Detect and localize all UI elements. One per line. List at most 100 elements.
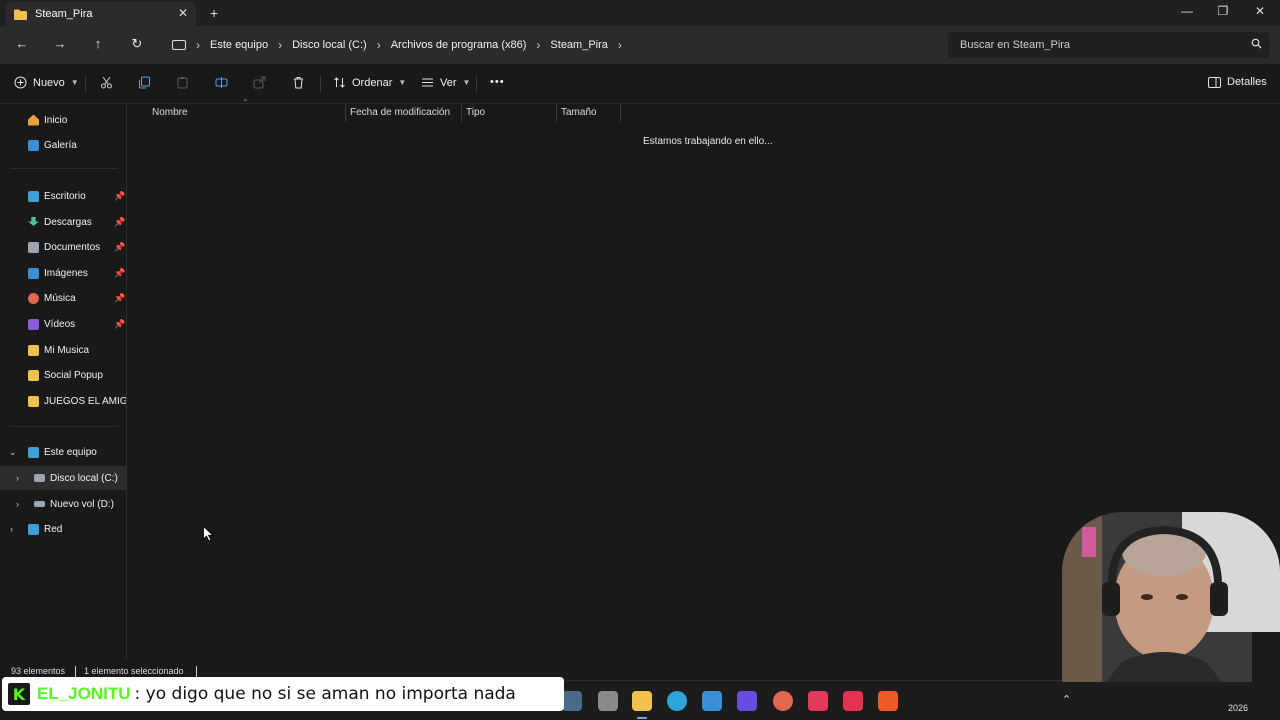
sidebar-item-label: JUEGOS EL AMIGOS [44,395,126,407]
tab-steam-pira[interactable]: Steam_Pira ✕ [6,2,196,26]
back-button[interactable]: ← [14,36,30,52]
taskbar-tiktok-icon[interactable] [843,691,863,711]
sidebar-item-musica[interactable]: Música 📌 [0,286,127,310]
sidebar-item-escritorio[interactable]: Escritorio 📌 [0,184,127,208]
chevron-right-icon[interactable]: › [10,524,13,534]
cut-button[interactable] [100,76,113,89]
column-divider[interactable] [620,104,621,122]
column-header-date[interactable]: Fecha de modificación [346,104,450,121]
sidebar-item-descargas[interactable]: Descargas 📌 [0,210,127,234]
sidebar-item-red[interactable]: › Red [0,517,127,541]
sidebar-item-inicio[interactable]: Inicio [0,108,127,132]
share-button[interactable] [253,76,266,89]
folder-icon [14,9,27,20]
share-icon [253,76,266,89]
monitor-icon[interactable] [172,40,186,50]
sidebar-item-label: Nuevo vol (D:) [50,498,114,510]
sidebar-item-imagenes[interactable]: Imágenes 📌 [0,261,127,285]
column-header-type[interactable]: Tipo [462,104,485,121]
column-header-size[interactable]: Tamaño [557,104,597,121]
sidebar-item-social-popup[interactable]: Social Popup [0,363,127,387]
folder-icon [28,395,39,407]
search-box[interactable] [948,32,1270,58]
chevron-down-icon: ▼ [462,78,471,87]
chevron-down-icon[interactable]: ⌄ [9,447,17,458]
sidebar-item-label: Galería [44,139,77,151]
taskbar-store-icon[interactable] [702,691,722,711]
chevron-right-icon[interactable]: › [618,38,622,52]
sidebar-item-videos[interactable]: Vídeos 📌 [0,312,127,336]
pin-icon[interactable]: 📌 [114,242,125,253]
sidebar-item-documentos[interactable]: Documentos 📌 [0,235,127,259]
taskbar-app-edge-partial[interactable] [562,691,582,711]
taskbar-app-pink-icon[interactable] [808,691,828,711]
breadcrumb-steam-pira[interactable]: Steam_Pira [550,39,607,51]
loading-message: Estamos trabajando en ello... [643,136,773,147]
network-icon [28,523,39,535]
delete-button[interactable] [292,76,305,89]
sidebar-item-mi-musica[interactable]: Mi Musica [0,338,127,362]
chevron-right-icon[interactable]: › [377,38,381,52]
new-tab-button[interactable]: + [210,5,218,21]
restore-button[interactable]: ❐ [1216,4,1230,18]
breadcrumb-disco-local[interactable]: Disco local (C:) [292,39,367,51]
new-button[interactable]: Nuevo ▼ [14,76,79,89]
taskbar-taskview-icon[interactable] [598,691,618,711]
refresh-button[interactable]: ↻ [129,36,145,52]
breadcrumb-este-equipo[interactable]: Este equipo [210,39,268,51]
sidebar-item-este-equipo[interactable]: ⌄ Este equipo [0,440,127,464]
taskbar-brave-icon[interactable] [878,691,898,711]
drive-icon [34,501,45,507]
sidebar-item-label: Este equipo [44,446,97,458]
forward-button[interactable]: → [52,36,68,52]
sort-icon [334,77,345,88]
close-tab-icon[interactable]: ✕ [178,6,188,20]
taskbar-obs-icon[interactable] [737,691,757,711]
sidebar-item-label: Documentos [44,241,101,253]
details-button[interactable]: Detalles [1208,76,1267,88]
chevron-right-icon[interactable]: › [16,473,19,483]
chevron-right-icon[interactable]: › [196,38,200,52]
up-button[interactable]: ↑ [90,36,106,52]
taskbar-file-explorer-icon[interactable] [632,691,652,711]
desktop-icon [28,190,39,202]
address-bar[interactable]: › Este equipo › Disco local (C:) › Archi… [164,32,940,58]
chevron-right-icon[interactable]: › [536,38,540,52]
clock-date[interactable]: 2026 [1228,703,1248,713]
copy-button[interactable] [138,76,151,89]
chevron-right-icon[interactable]: › [16,499,19,509]
toolbar-divider [320,76,321,92]
sidebar-item-label: Red [44,523,63,535]
taskbar-edge-icon[interactable] [667,691,687,711]
rename-button[interactable] [215,76,228,89]
column-header-name[interactable]: Nombre [148,104,188,121]
navigation-pane: Inicio Galería Escritorio 📌 Descargas 📌 … [0,104,127,660]
sidebar-item-disco-local-c[interactable]: › Disco local (C:) [0,466,127,490]
chevron-right-icon[interactable]: › [278,38,282,52]
status-divider [196,666,197,677]
taskbar-app-red-icon[interactable] [773,691,793,711]
more-options-button[interactable]: ••• [490,76,505,88]
pin-icon[interactable]: 📌 [114,268,125,279]
sidebar-item-juegos-el-amigos[interactable]: JUEGOS EL AMIGOS [0,389,127,413]
search-input[interactable] [948,32,1238,58]
paste-button[interactable] [176,76,189,89]
sidebar-item-nuevo-vol-d[interactable]: › Nuevo vol (D:) [0,492,127,516]
breadcrumb-archivos-programa[interactable]: Archivos de programa (x86) [391,39,527,51]
minimize-button[interactable]: — [1180,4,1194,18]
status-divider [75,666,76,677]
pin-icon[interactable]: 📌 [114,217,125,228]
sidebar-item-galeria[interactable]: Galería [0,133,127,157]
music-icon [28,292,39,304]
chat-message: : yo digo que no si se aman no importa n… [134,684,516,704]
view-button[interactable]: Ver ▼ [421,76,470,89]
pin-icon[interactable]: 📌 [114,319,125,330]
sort-button[interactable]: Ordenar ▼ [333,76,406,89]
pin-icon[interactable]: 📌 [114,293,125,304]
gallery-icon [28,139,39,151]
search-icon[interactable] [1251,38,1262,49]
close-window-button[interactable]: ✕ [1253,4,1267,18]
tray-overflow-icon[interactable]: ⌃ [1062,693,1071,706]
webcam-overlay [1062,512,1280,682]
pin-icon[interactable]: 📌 [114,191,125,202]
